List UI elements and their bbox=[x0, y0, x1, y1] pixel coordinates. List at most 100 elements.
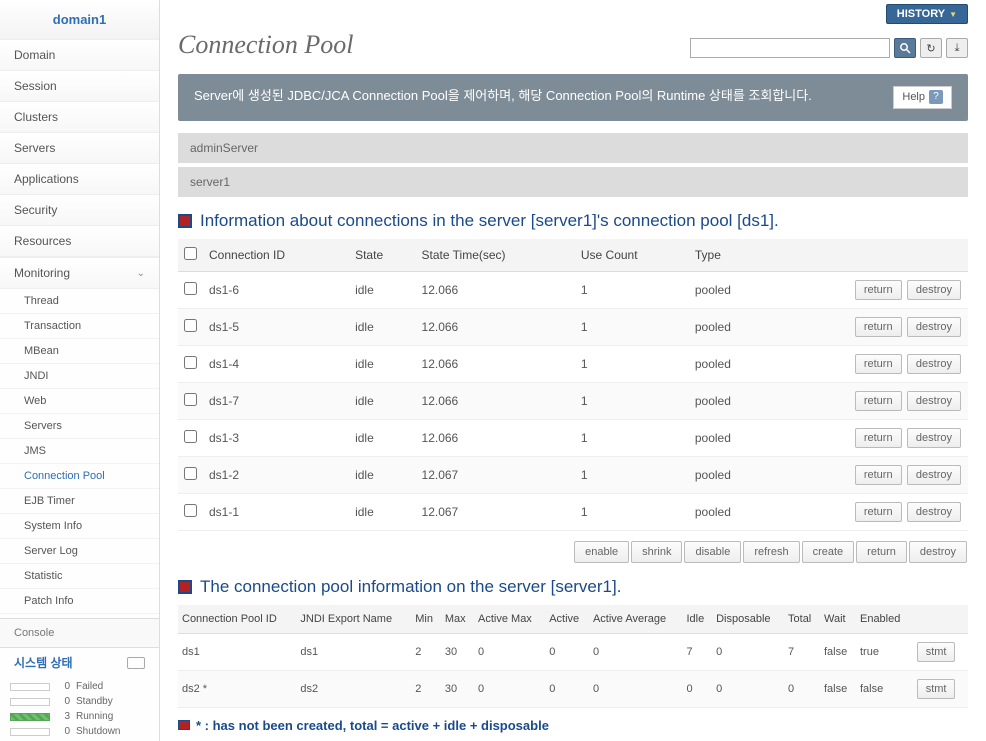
stmt-button[interactable]: stmt bbox=[917, 642, 956, 662]
return-button[interactable]: return bbox=[855, 280, 902, 300]
cell-total: 7 bbox=[784, 633, 820, 670]
search-input[interactable] bbox=[690, 38, 890, 58]
col-header[interactable]: Active Average bbox=[589, 605, 683, 634]
nav-item-clusters[interactable]: Clusters bbox=[0, 102, 159, 133]
status-row-shutdown[interactable]: 0 Shutdown bbox=[10, 724, 149, 739]
destroy-button[interactable]: destroy bbox=[909, 541, 967, 563]
col-header[interactable]: Use Count bbox=[575, 239, 689, 272]
col-header[interactable]: Max bbox=[441, 605, 474, 634]
row-checkbox[interactable] bbox=[184, 319, 197, 332]
nav-sub-server-log[interactable]: Server Log bbox=[0, 539, 159, 564]
cell-connection-id: ds1-3 bbox=[203, 419, 349, 456]
row-checkbox[interactable] bbox=[184, 467, 197, 480]
return-button[interactable]: return bbox=[855, 428, 902, 448]
export-icon[interactable]: ⤓ bbox=[946, 38, 968, 58]
destroy-button[interactable]: destroy bbox=[907, 317, 961, 337]
nav-item-applications[interactable]: Applications bbox=[0, 164, 159, 195]
return-button[interactable]: return bbox=[856, 541, 907, 563]
row-checkbox[interactable] bbox=[184, 393, 197, 406]
col-header[interactable]: Active Max bbox=[474, 605, 545, 634]
row-checkbox[interactable] bbox=[184, 282, 197, 295]
page-title: Connection Pool bbox=[178, 30, 353, 60]
server-bar-admin[interactable]: adminServer bbox=[178, 133, 968, 163]
nav-item-security[interactable]: Security bbox=[0, 195, 159, 226]
status-bar-icon bbox=[10, 713, 50, 721]
destroy-button[interactable]: destroy bbox=[907, 428, 961, 448]
domain-title[interactable]: domain1 bbox=[0, 0, 159, 40]
nav-item-session[interactable]: Session bbox=[0, 71, 159, 102]
col-header[interactable]: Connection ID bbox=[203, 239, 349, 272]
nav-sub-transaction[interactable]: Transaction bbox=[0, 314, 159, 339]
create-button[interactable]: create bbox=[802, 541, 855, 563]
cell-connection-id: ds1-7 bbox=[203, 382, 349, 419]
nav-monitoring[interactable]: Monitoring ⌄ bbox=[0, 258, 159, 289]
search-icon[interactable] bbox=[894, 38, 916, 58]
nav-sub-jndi[interactable]: JNDI bbox=[0, 364, 159, 389]
section2-header: The connection pool information on the s… bbox=[178, 577, 968, 597]
return-button[interactable]: return bbox=[855, 502, 902, 522]
nav-item-resources[interactable]: Resources bbox=[0, 226, 159, 257]
history-button[interactable]: HISTORY ▼ bbox=[886, 4, 968, 24]
nav-sub-mbean[interactable]: MBean bbox=[0, 339, 159, 364]
nav-sub-servers[interactable]: Servers bbox=[0, 414, 159, 439]
col-header[interactable]: Disposable bbox=[712, 605, 784, 634]
nav-sub-web[interactable]: Web bbox=[0, 389, 159, 414]
nav-item-domain[interactable]: Domain bbox=[0, 40, 159, 71]
col-header[interactable]: Total bbox=[784, 605, 820, 634]
nav-sub-jms[interactable]: JMS bbox=[0, 439, 159, 464]
destroy-button[interactable]: destroy bbox=[907, 280, 961, 300]
col-header[interactable]: Min bbox=[411, 605, 441, 634]
console-header[interactable]: Console bbox=[0, 618, 159, 648]
col-header[interactable]: Active bbox=[545, 605, 589, 634]
refresh-icon[interactable]: ↻ bbox=[920, 38, 942, 58]
stmt-button[interactable]: stmt bbox=[917, 679, 956, 699]
col-header[interactable]: State Time(sec) bbox=[416, 239, 575, 272]
row-checkbox[interactable] bbox=[184, 504, 197, 517]
col-header[interactable]: Idle bbox=[682, 605, 712, 634]
cell-jndi: ds2 bbox=[296, 670, 411, 707]
cell-wait: false bbox=[820, 670, 856, 707]
status-bar-icon bbox=[10, 683, 50, 691]
cell-max: 30 bbox=[441, 633, 474, 670]
shrink-button[interactable]: shrink bbox=[631, 541, 682, 563]
destroy-button[interactable]: destroy bbox=[907, 391, 961, 411]
col-header[interactable]: Connection Pool ID bbox=[178, 605, 296, 634]
nav-sub-patch-info[interactable]: Patch Info bbox=[0, 589, 159, 614]
cell-pool-id: ds2 * bbox=[178, 670, 296, 707]
nav-sub-ejb-timer[interactable]: EJB Timer bbox=[0, 489, 159, 514]
row-checkbox[interactable] bbox=[184, 356, 197, 369]
nav-sub-connection-pool[interactable]: Connection Pool bbox=[0, 464, 159, 489]
disable-button[interactable]: disable bbox=[684, 541, 741, 563]
status-row-failed[interactable]: 0 Failed bbox=[10, 679, 149, 694]
destroy-button[interactable]: destroy bbox=[907, 354, 961, 374]
nav-sub-thread[interactable]: Thread bbox=[0, 289, 159, 314]
select-all-checkbox[interactable] bbox=[184, 247, 197, 260]
col-header[interactable]: State bbox=[349, 239, 415, 272]
nav-sub-system-info[interactable]: System Info bbox=[0, 514, 159, 539]
server-bar-server1[interactable]: server1 bbox=[178, 167, 968, 197]
return-button[interactable]: return bbox=[855, 391, 902, 411]
help-button[interactable]: Help ? bbox=[893, 86, 952, 109]
system-status-header[interactable]: 시스템 상태 bbox=[0, 648, 159, 677]
status-row-standby[interactable]: 0 Standby bbox=[10, 694, 149, 709]
return-button[interactable]: return bbox=[855, 354, 902, 374]
return-button[interactable]: return bbox=[855, 317, 902, 337]
destroy-button[interactable]: destroy bbox=[907, 502, 961, 522]
col-header[interactable]: Wait bbox=[820, 605, 856, 634]
row-checkbox[interactable] bbox=[184, 430, 197, 443]
table-row: ds1-4 idle 12.066 1 pooled return destro… bbox=[178, 345, 968, 382]
cell-min: 2 bbox=[411, 670, 441, 707]
nav-sub-statistic[interactable]: Statistic bbox=[0, 564, 159, 589]
col-header[interactable]: Enabled bbox=[856, 605, 912, 634]
info-banner: Server에 생성된 JDBC/JCA Connection Pool을 제어… bbox=[178, 74, 968, 121]
cell-use-count: 1 bbox=[575, 419, 689, 456]
nav-item-servers[interactable]: Servers bbox=[0, 133, 159, 164]
return-button[interactable]: return bbox=[855, 465, 902, 485]
col-header[interactable]: Type bbox=[689, 239, 769, 272]
col-header[interactable]: JNDI Export Name bbox=[296, 605, 411, 634]
status-row-running[interactable]: 3 Running bbox=[10, 709, 149, 724]
footnote-text: * : has not been created, total = active… bbox=[196, 718, 549, 733]
refresh-button[interactable]: refresh bbox=[743, 541, 799, 563]
enable-button[interactable]: enable bbox=[574, 541, 629, 563]
destroy-button[interactable]: destroy bbox=[907, 465, 961, 485]
